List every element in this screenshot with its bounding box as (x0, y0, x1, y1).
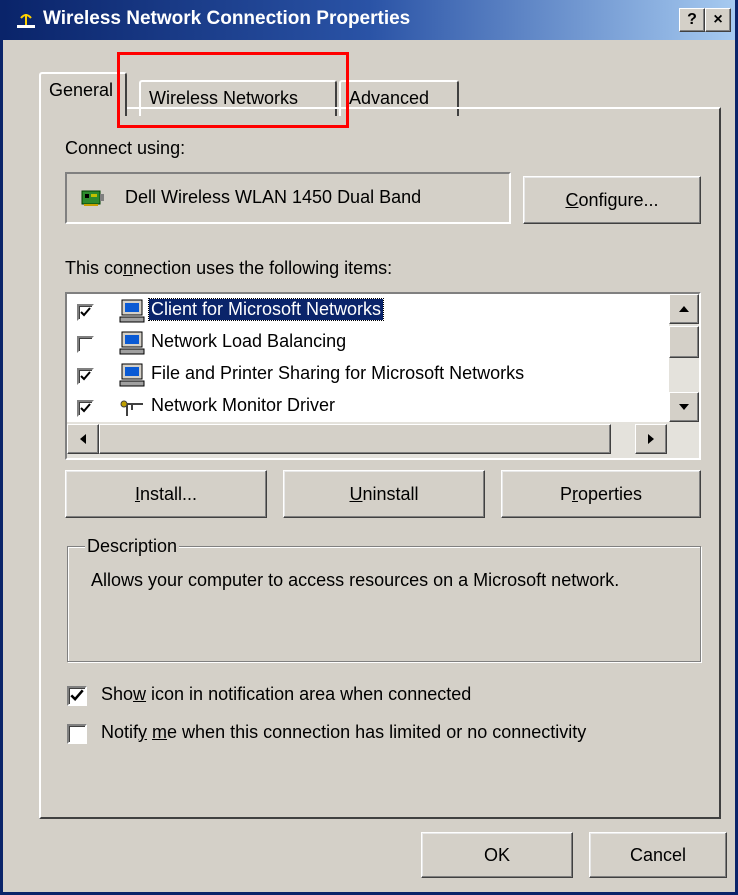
ok-button[interactable]: OK (421, 832, 573, 878)
tab-advanced-label: Advanced (349, 88, 430, 108)
window-title: Wireless Network Connection Properties (43, 8, 411, 29)
help-button[interactable]: ? (679, 8, 705, 32)
network-connection-icon (17, 14, 35, 28)
close-button[interactable]: × (705, 8, 731, 32)
general-tab-panel (39, 107, 721, 819)
tab-strip: General Wireless Networks Advanced (3, 40, 735, 116)
cancel-button[interactable]: Cancel (589, 832, 727, 878)
properties-dialog: Wireless Network Connection Properties ?… (0, 0, 738, 895)
tab-general-label: General (49, 80, 114, 100)
title-bar[interactable]: Wireless Network Connection Properties ?… (3, 0, 735, 40)
tab-general[interactable]: General (39, 72, 127, 116)
annotation-highlight-box (117, 52, 349, 128)
